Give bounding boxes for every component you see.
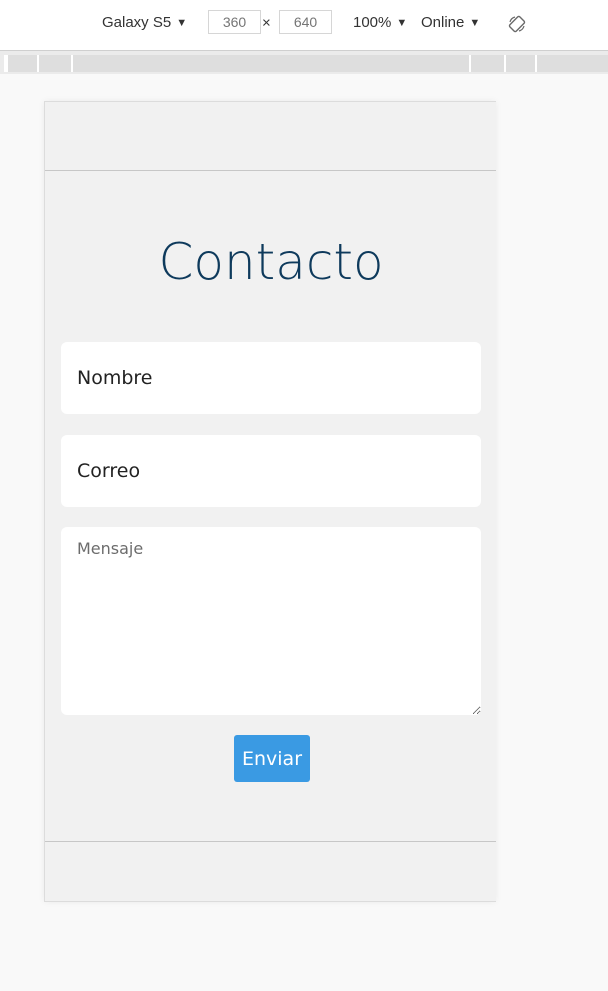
media-query-segment[interactable]	[71, 55, 469, 72]
name-field[interactable]	[61, 342, 481, 414]
media-query-segment[interactable]	[469, 55, 504, 72]
zoom-select-label: 100%	[353, 14, 392, 31]
media-query-bar	[0, 51, 608, 74]
page-title: Contacto	[158, 233, 384, 291]
rotate-icon[interactable]	[507, 14, 527, 34]
media-query-segment[interactable]	[6, 55, 37, 72]
device-select-label: Galaxy S5	[102, 14, 172, 31]
site-header	[45, 102, 496, 171]
device-select[interactable]: Galaxy S5 ▼	[102, 12, 187, 34]
message-field[interactable]	[61, 527, 481, 715]
media-query-segment[interactable]	[535, 55, 608, 72]
device-viewport: Contacto Enviar	[44, 101, 496, 902]
site-footer	[45, 841, 496, 901]
dimension-separator: ×	[262, 14, 271, 32]
width-input[interactable]	[208, 10, 261, 34]
media-query-segment[interactable]	[504, 55, 535, 72]
zoom-select[interactable]: 100% ▼	[353, 12, 407, 34]
device-toolbar: Galaxy S5 ▼ × 100% ▼ Online ▼	[0, 0, 608, 51]
email-field[interactable]	[61, 435, 481, 507]
send-button[interactable]: Enviar	[234, 735, 310, 782]
network-select[interactable]: Online ▼	[421, 12, 480, 34]
height-input[interactable]	[279, 10, 332, 34]
caret-down-icon: ▼	[176, 17, 188, 29]
caret-down-icon: ▼	[396, 17, 408, 29]
media-query-segment[interactable]	[37, 55, 71, 72]
caret-down-icon: ▼	[469, 17, 481, 29]
network-select-label: Online	[421, 14, 465, 31]
